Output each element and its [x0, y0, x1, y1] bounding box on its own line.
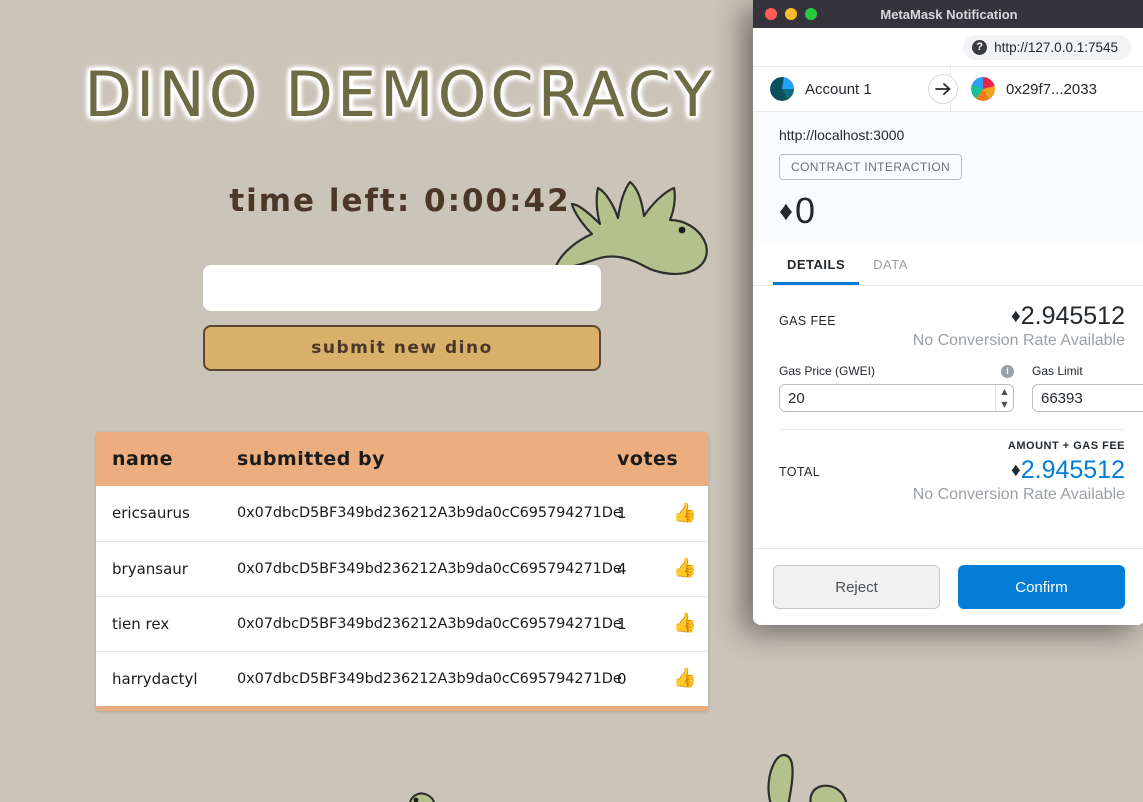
confirm-button[interactable]: Confirm [958, 565, 1125, 609]
reject-button[interactable]: Reject [773, 565, 940, 609]
tab-data[interactable]: DATA [859, 244, 922, 285]
cell-vote-count: 0 [611, 651, 669, 706]
transaction-amount: ♦ 0 [779, 190, 1143, 232]
to-account-name: 0x29f7...2033 [1006, 80, 1097, 98]
transaction-type-badge: CONTRACT INTERACTION [779, 154, 963, 180]
gas-fee-amount: ♦ 2.945512 [913, 302, 1125, 331]
page-title: DINO DEMOCRACY [84, 58, 716, 131]
gas-price-input[interactable] [780, 385, 995, 411]
thumbs-up-icon[interactable]: 👍 [669, 559, 701, 578]
transaction-origin: http://localhost:3000 [779, 127, 905, 143]
gas-price-decrement[interactable]: ▼ [996, 398, 1013, 411]
dino-name-input[interactable] [203, 265, 601, 311]
cell-vote-count: 1 [611, 486, 669, 542]
total-conversion-note: No Conversion Rate Available [912, 486, 1125, 503]
column-header-submitted-by: submitted by [221, 432, 611, 486]
accounts-row: Account 1 0x29f7...2033 [753, 66, 1143, 112]
table-row: ericsaurus 0x07dbcD5BF349bd236212A3b9da0c… [96, 486, 708, 542]
dino-table: name submitted by votes ericsaurus 0x07db… [96, 432, 708, 711]
ethereum-icon: ♦ [779, 195, 793, 226]
gas-fee-row: GAS FEE ♦ 2.945512 No Conversion Rate Av… [779, 302, 1125, 350]
transaction-tabs: DETAILS DATA [753, 244, 1143, 286]
gas-fee-label: GAS FEE [779, 314, 836, 328]
dino-illustration-icon [767, 754, 848, 802]
dino-illustration-icon [554, 180, 708, 276]
dino-illustration-icon [409, 792, 436, 802]
gas-limit-label: Gas Limit [1032, 364, 1083, 378]
thumbs-up-icon[interactable]: 👍 [669, 504, 701, 523]
details-panel: GAS FEE ♦ 2.945512 No Conversion Rate Av… [753, 286, 1143, 548]
network-row: ? http://127.0.0.1:7545 [753, 28, 1143, 66]
transaction-amount-value: 0 [794, 190, 815, 231]
cell-dino-name: harrydactyl [96, 651, 221, 706]
total-amount-value: 2.945512 [1020, 456, 1125, 484]
from-account-avatar [770, 77, 794, 101]
gas-fee-amount-value: 2.945512 [1020, 302, 1125, 330]
cell-submitted-by: 0x07dbcD5BF349bd236212A3b9da0cC695794271… [221, 541, 622, 597]
table-row: bryansaur 0x07dbcD5BF349bd236212A3b9da0cC… [96, 541, 708, 597]
to-account[interactable]: 0x29f7...2033 [958, 77, 1097, 101]
amount-plus-gas-fee-label: AMOUNT + GAS FEE [1007, 440, 1125, 452]
from-account[interactable]: Account 1 [753, 77, 928, 101]
total-label: TOTAL [779, 465, 821, 479]
network-selector[interactable]: ? http://127.0.0.1:7545 [963, 34, 1131, 60]
ethereum-icon: ♦ [1011, 305, 1021, 327]
window-titlebar: MetaMask Notification [753, 0, 1143, 28]
gas-fee-conversion-note: No Conversion Rate Available [912, 332, 1125, 349]
cell-submitted-by: 0x07dbcD5BF349bd236212A3b9da0cC695794271… [221, 486, 622, 542]
arrow-right-icon [928, 74, 958, 104]
thumbs-up-icon[interactable]: 👍 [669, 669, 701, 688]
column-header-name: name [96, 432, 221, 486]
gas-fee-values: ♦ 2.945512 No Conversion Rate Available [913, 302, 1125, 350]
window-title: MetaMask Notification [880, 6, 1018, 22]
gas-limit-input[interactable] [1033, 385, 1143, 411]
gas-inputs: Gas Price (GWEI) i ▲ ▼ Gas Limit i [779, 364, 1143, 412]
transaction-summary: http://localhost:3000 CONTRACT INTERACTI… [753, 112, 1143, 244]
gas-price-field: Gas Price (GWEI) i ▲ ▼ [779, 364, 1014, 412]
action-footer: Reject Confirm [753, 548, 1143, 625]
total-amount: ♦ 2.945512 [913, 456, 1125, 485]
network-url-label: http://127.0.0.1:7545 [994, 39, 1118, 55]
cell-vote-count: 4 [611, 541, 669, 597]
cell-dino-name: tien rex [96, 596, 221, 652]
gas-price-increment[interactable]: ▲ [996, 385, 1013, 398]
info-icon[interactable]: i [1001, 364, 1014, 378]
column-header-votes: votes [611, 432, 678, 486]
submit-new-dino-button[interactable]: submit new dino [203, 325, 601, 371]
table-row: tien rex 0x07dbcD5BF349bd236212A3b9da0cC6… [96, 596, 708, 652]
thumbs-up-icon[interactable]: 👍 [669, 614, 701, 633]
table-row: harrydactyl 0x07dbcD5BF349bd236212A3b9da0… [96, 651, 708, 706]
table-header-row: name submitted by votes [96, 432, 708, 486]
from-account-name: Account 1 [805, 80, 872, 98]
gas-limit-field: Gas Limit i ▲ ▼ [1032, 364, 1143, 412]
cell-submitted-by: 0x07dbcD5BF349bd236212A3b9da0cC695794271… [221, 596, 622, 652]
ethereum-icon: ♦ [1011, 459, 1021, 481]
total-block: AMOUNT + GAS FEE TOTAL ♦ 2.945512 No Con… [779, 430, 1125, 504]
cell-submitted-by: 0x07dbcD5BF349bd236212A3b9da0cC695794271… [221, 651, 622, 706]
cell-vote-count: 1 [611, 596, 669, 652]
gas-price-label: Gas Price (GWEI) [779, 364, 876, 378]
to-account-avatar [971, 77, 995, 101]
metamask-notification-window: MetaMask Notification ? http://127.0.0.1… [753, 0, 1143, 625]
total-values: ♦ 2.945512 No Conversion Rate Available [913, 456, 1125, 504]
question-mark-icon: ? [972, 39, 988, 55]
tab-details[interactable]: DETAILS [773, 244, 860, 285]
cell-dino-name: ericsaurus [96, 486, 221, 542]
cell-dino-name: bryansaur [96, 541, 221, 597]
gas-price-stepper[interactable]: ▲ ▼ [995, 385, 1013, 411]
